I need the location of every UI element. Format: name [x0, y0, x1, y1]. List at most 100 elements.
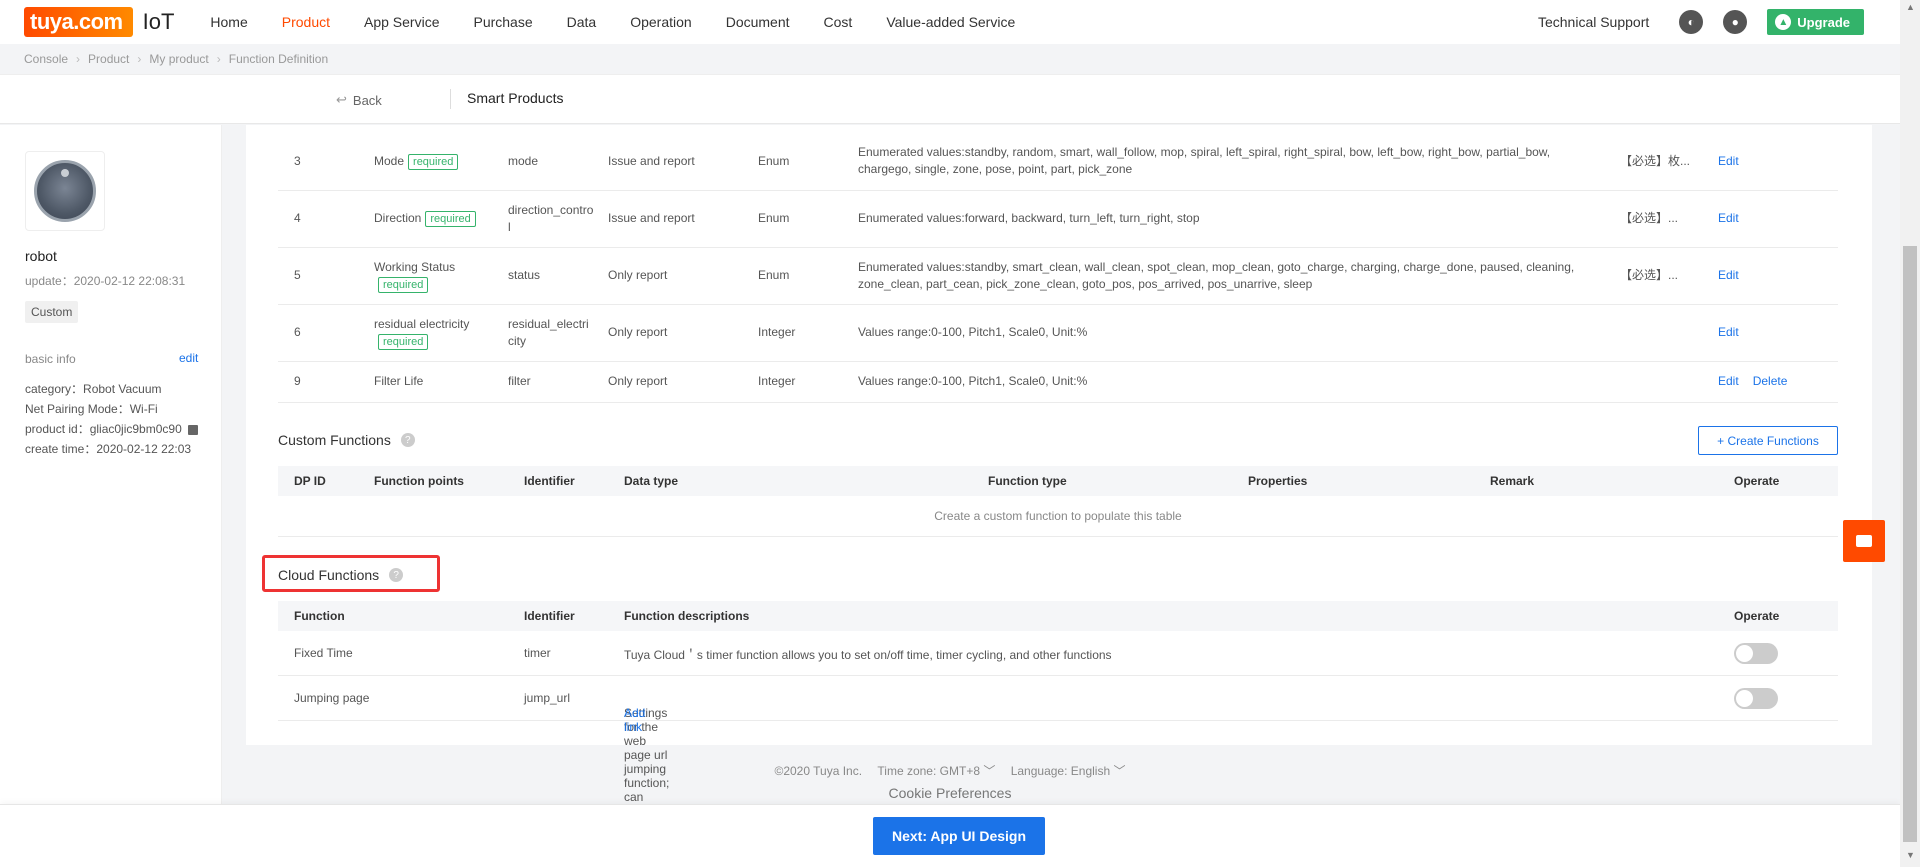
cloud-row-fixed-time: Fixed Time timer Tuya Cloud＇s timer func… — [278, 631, 1838, 676]
language-label: Language: — [1010, 764, 1068, 778]
nav-app-service[interactable]: App Service — [364, 14, 439, 30]
data-transfer-cell: Only report — [608, 268, 668, 282]
remark-cell: 【必选】... — [1620, 211, 1679, 225]
properties-cell: Values range:0-100, Pitch1, Scale0, Unit… — [858, 374, 1088, 388]
scroll-down-icon[interactable]: ▼ — [1906, 850, 1915, 860]
operate-cell: Edit — [1718, 304, 1838, 361]
breadcrumb-my-product[interactable]: My product — [149, 52, 208, 66]
arrow-up-icon: ▲ — [1775, 14, 1792, 30]
back-arrow-icon: ↩ — [336, 92, 347, 107]
col-data-type: Data type — [624, 474, 679, 488]
remark-cell — [1620, 361, 1718, 402]
add-link[interactable]: Add link — [624, 706, 645, 734]
cloud-function-identifier: jump_url — [524, 691, 571, 705]
subbar-title: Smart Products — [467, 90, 564, 106]
breadcrumb-function-definition: Function Definition — [228, 52, 329, 66]
product-name: robot — [25, 248, 57, 264]
chat-support-button[interactable] — [1843, 520, 1885, 562]
edit-link[interactable]: Edit — [1718, 374, 1739, 388]
sub-header: ↩ Back Smart Products — [0, 74, 1900, 124]
chevron-down-icon[interactable]: ﹀ — [983, 764, 995, 778]
custom-table-header: DP ID Function points Identifier Data ty… — [278, 466, 1838, 496]
cloud-function-identifier: timer — [524, 646, 551, 660]
nav-operation[interactable]: Operation — [630, 14, 691, 30]
basic-info-edit-link[interactable]: edit — [179, 351, 198, 365]
nav-data[interactable]: Data — [567, 14, 597, 30]
properties-cell: Enumerated values:forward, backward, tur… — [858, 211, 1200, 225]
language-select[interactable]: English — [1071, 764, 1110, 778]
operate-cell: Edit — [1718, 247, 1838, 304]
scroll-up-icon[interactable]: ▲ — [1906, 2, 1915, 12]
dp-id-cell: 3 — [294, 153, 301, 168]
robot-vacuum-icon — [34, 160, 96, 222]
identifier-cell: residual_electricity — [508, 316, 589, 348]
dp-id-cell: 6 — [294, 325, 301, 339]
breadcrumb-console[interactable]: Console — [24, 52, 68, 66]
bottom-action-bar: Next: App UI Design — [0, 804, 1900, 867]
col-dp-id: DP ID — [294, 474, 326, 488]
standard-functions-table: 3 Mode required mode Issue and report Enum Enu… — [278, 133, 1838, 403]
function-point-cell: Working Status required — [358, 247, 508, 304]
function-point-cell: Filter Life — [358, 361, 508, 402]
function-point-name: Working Status — [374, 259, 456, 274]
delete-link[interactable]: Delete — [1753, 374, 1788, 388]
identifier-cell: mode — [508, 153, 539, 168]
help-icon[interactable]: ? — [400, 433, 415, 447]
col-remark: Remark — [1490, 474, 1535, 488]
nav-document[interactable]: Document — [726, 14, 790, 30]
timezone-label: Time zone: — [877, 764, 937, 778]
nav-value-added[interactable]: Value-added Service — [886, 14, 1015, 30]
col-function: Function — [294, 609, 345, 623]
product-update-time: update：2020-02-12 22:08:31 — [25, 274, 186, 288]
data-transfer-cell: Issue and report — [608, 153, 695, 168]
page-scrollbar[interactable]: ▲ ▼ — [1900, 0, 1920, 867]
required-badge: required — [378, 333, 429, 350]
product-id-text: product id：gliac0jic9bm0c90 — [25, 422, 182, 436]
cloud-row-jumping-page: Jumping page jump_url Settings for the w… — [278, 676, 1838, 867]
nav-cost[interactable]: Cost — [824, 14, 853, 30]
scroll-thumb[interactable] — [1903, 246, 1917, 842]
nav-right: Technical Support ◐ ● ▲ Upgrade — [1538, 0, 1864, 44]
col-operate: Operate — [1734, 609, 1780, 623]
custom-table-empty: Create a custom function to populate thi… — [278, 496, 1838, 537]
edit-link[interactable]: Edit — [1718, 154, 1739, 168]
col-function-type: Function type — [988, 474, 1067, 488]
logo-mark: tuya.com — [24, 7, 133, 37]
remark-cell: 【必选】枚... — [1620, 153, 1691, 168]
category-info: category：Robot Vacuum — [25, 382, 162, 396]
function-point-name: Filter Life — [374, 374, 424, 388]
identifier-cell: direction_control — [508, 202, 594, 234]
standard-function-row: 3 Mode required mode Issue and report Enum Enu… — [278, 133, 1838, 190]
remark-cell — [1620, 304, 1718, 361]
highlight-box — [262, 555, 440, 592]
jumping-page-toggle[interactable] — [1734, 688, 1778, 709]
edit-link[interactable]: Edit — [1718, 211, 1739, 225]
globe-icon[interactable]: ◐ — [1679, 10, 1704, 34]
breadcrumb: Console › Product › My product › Functio… — [24, 52, 336, 66]
nav-product[interactable]: Product — [282, 14, 330, 30]
timezone-select[interactable]: GMT+8 — [940, 764, 980, 778]
next-app-ui-design-button[interactable]: Next: App UI Design — [873, 817, 1045, 855]
cloud-function-desc: Tuya Cloud＇s timer function allows you t… — [624, 648, 1112, 662]
breadcrumb-product[interactable]: Product — [88, 52, 129, 66]
upgrade-button[interactable]: ▲ Upgrade — [1767, 9, 1864, 35]
edit-link[interactable]: Edit — [1718, 268, 1739, 282]
cloud-function-name: Jumping page — [294, 691, 370, 705]
data-transfer-cell: Only report — [608, 325, 668, 339]
chevron-down-icon[interactable]: ﹀ — [1113, 764, 1125, 778]
edit-link[interactable]: Edit — [1718, 325, 1739, 339]
tuya-logo[interactable]: tuya.com IoT — [24, 7, 174, 37]
nav-purchase[interactable]: Purchase — [473, 14, 532, 30]
cookie-preferences-link[interactable]: Cookie Preferences — [0, 785, 1900, 801]
dp-id-cell: 5 — [294, 268, 301, 282]
create-time-info: create time：2020-02-12 22:03 — [25, 442, 192, 456]
back-button[interactable]: ↩ Back — [336, 92, 382, 108]
required-badge: required — [425, 211, 476, 227]
nav-home[interactable]: Home — [210, 14, 247, 30]
operate-cell: Edit — [1718, 190, 1838, 247]
create-functions-button[interactable]: + Create Functions — [1698, 426, 1838, 455]
copy-icon[interactable] — [187, 424, 198, 435]
user-icon[interactable]: ● — [1723, 10, 1748, 34]
technical-support-link[interactable]: Technical Support — [1538, 14, 1649, 30]
fixed-time-toggle[interactable] — [1734, 643, 1778, 664]
